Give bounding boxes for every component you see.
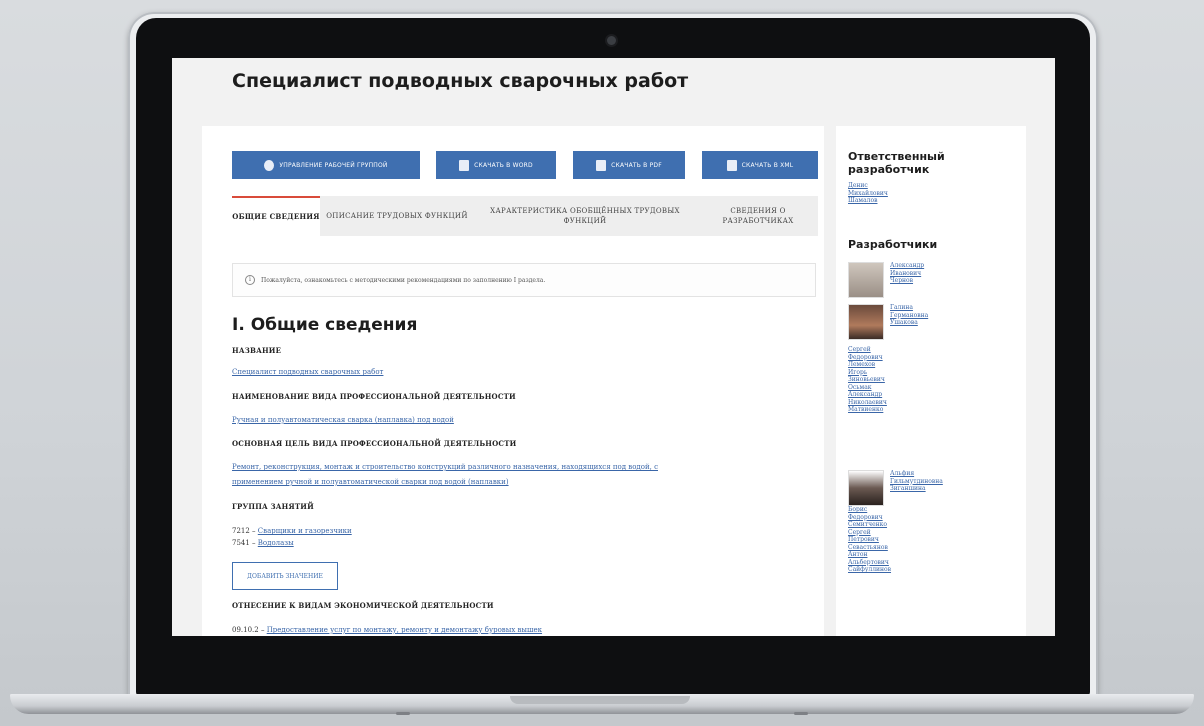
- name-part: Николаевич: [848, 398, 887, 406]
- name-part: Зиганшина: [890, 485, 926, 492]
- download-word-button[interactable]: СКАЧАТЬ В WORD: [436, 151, 556, 179]
- name-part: Федорович: [848, 513, 883, 521]
- responsible-link[interactable]: Денис Михайлович Шамалов: [848, 182, 888, 205]
- developer-link[interactable]: Александр Иванович Чернов: [890, 262, 924, 285]
- goal-link-line1[interactable]: Ремонт, реконструкция, монтаж и строител…: [232, 463, 658, 471]
- name-part: Петрович: [848, 536, 879, 543]
- developer-list[interactable]: Сергей Федорович Лемехов Игорь Зиновьеви…: [848, 346, 887, 414]
- laptop-notch: [510, 696, 690, 704]
- name-part: Михайлович: [848, 189, 888, 197]
- word-icon: [459, 159, 470, 171]
- section-heading: I. Общие сведения: [232, 315, 418, 335]
- info-icon: i: [245, 275, 255, 285]
- sidebar: Ответственный разработчик Денис Михайлов…: [836, 126, 1026, 636]
- name-part: Галина: [890, 304, 913, 311]
- activity-label: НАИМЕНОВАНИЕ ВИДА ПРОФЕССИОНАЛЬНОЙ ДЕЯТЕ…: [232, 392, 516, 401]
- name-part: Гильмутдиновна: [890, 477, 943, 485]
- manage-group-button[interactable]: УПРАВЛЕНИЕ РАБОЧЕЙ ГРУППОЙ: [232, 151, 420, 179]
- okved-code: 09.10.2 –: [232, 626, 265, 634]
- name-part: Лемехов: [848, 361, 876, 368]
- manage-group-label: УПРАВЛЕНИЕ РАБОЧЕЙ ГРУППОЙ: [279, 161, 388, 169]
- group-item: 7541 – Водолазы: [232, 539, 294, 547]
- name-part: Шамалов: [848, 197, 878, 204]
- main-content: УПРАВЛЕНИЕ РАБОЧЕЙ ГРУППОЙ СКАЧАТЬ В WOR…: [202, 126, 824, 636]
- camera-icon: [607, 36, 616, 45]
- responsible-heading: Ответственный разработчик: [848, 150, 945, 176]
- group-link[interactable]: Сварщики и газорезчики: [258, 527, 352, 535]
- developer-list[interactable]: Борис Федорович Семитченко Сергей Петров…: [848, 506, 891, 574]
- laptop-foot: [794, 712, 808, 715]
- name-part: Александр: [890, 262, 925, 269]
- avatar: [848, 262, 884, 298]
- activity-link[interactable]: Ручная и полуавтоматическая сварка (напл…: [232, 416, 454, 424]
- name-part: Иванович: [890, 269, 922, 277]
- name-part: Матвиенко: [848, 406, 884, 413]
- name-part: Борис: [848, 506, 868, 513]
- goal-label: ОСНОВНАЯ ЦЕЛЬ ВИДА ПРОФЕССИОНАЛЬНОЙ ДЕЯТ…: [232, 439, 517, 448]
- name-part: Антон: [848, 551, 868, 558]
- tab-labor-functions[interactable]: ОПИСАНИЕ ТРУДОВЫХ ФУНКЦИЙ: [322, 196, 472, 236]
- name-part: Севастьянов: [848, 543, 888, 551]
- download-xml-button[interactable]: СКАЧАТЬ В XML: [702, 151, 818, 179]
- name-part: Сергей: [848, 346, 871, 353]
- group-code: 7541 –: [232, 539, 256, 547]
- name-part: Денис: [848, 182, 868, 189]
- group-code: 7212 –: [232, 527, 256, 535]
- okved-label: ОТНЕСЕНИЕ К ВИДАМ ЭКОНОМИЧЕСКОЙ ДЕЯТЕЛЬН…: [232, 601, 494, 610]
- group-label: ГРУППА ЗАНЯТИЙ: [232, 502, 314, 511]
- avatar: [848, 304, 884, 340]
- name-part: Осьмак: [848, 383, 872, 391]
- notice-text: Пожалуйста, ознакомьтесь с методическими…: [261, 276, 546, 284]
- download-pdf-button[interactable]: СКАЧАТЬ В PDF: [573, 151, 685, 179]
- name-part: Альбертович: [848, 558, 889, 566]
- group-item: 7212 – Сварщики и газорезчики: [232, 527, 352, 535]
- okved-link[interactable]: Предоставление услуг по монтажу, ремонту…: [267, 626, 542, 634]
- download-xml-label: СКАЧАТЬ В XML: [741, 161, 794, 169]
- xml-icon: [726, 159, 737, 171]
- gear-icon: [264, 159, 275, 171]
- pdf-icon: [596, 159, 607, 171]
- name-part: Игорь: [848, 368, 868, 376]
- tab-general[interactable]: ОБЩИЕ СВЕДЕНИЯ: [232, 196, 320, 236]
- add-value-button[interactable]: ДОБАВИТЬ ЗНАЧЕНИЕ: [232, 562, 338, 590]
- developer-link[interactable]: Галина Германовна Ушакова: [890, 304, 928, 327]
- name-part: Александр: [848, 391, 883, 398]
- name-part: Зиновьевич: [848, 376, 885, 383]
- name-label: НАЗВАНИЕ: [232, 346, 282, 355]
- okved-item: 09.10.2 – Предоставление услуг по монтаж…: [232, 626, 542, 634]
- download-word-label: СКАЧАТЬ В WORD: [474, 161, 533, 169]
- toolbar: УПРАВЛЕНИЕ РАБОЧЕЙ ГРУППОЙ СКАЧАТЬ В WOR…: [232, 151, 818, 179]
- name-part: Германовна: [890, 311, 929, 319]
- name-part: Ушакова: [890, 319, 918, 326]
- page-title: Специалист подводных сварочных работ: [232, 70, 689, 92]
- tab-bar: ОБЩИЕ СВЕДЕНИЯ ОПИСАНИЕ ТРУДОВЫХ ФУНКЦИЙ…: [232, 196, 818, 236]
- tab-developers[interactable]: СВЕДЕНИЯ О РАЗРАБОТЧИКАХ: [698, 196, 818, 236]
- browser-screen: Специалист подводных сварочных работ УПР…: [172, 58, 1055, 636]
- developer-link[interactable]: Альфия Гильмутдиновна Зиганшина: [890, 470, 943, 493]
- name-part: Альфия: [890, 470, 915, 477]
- avatar: [848, 470, 884, 506]
- name-part: Сайфуллинов: [848, 566, 892, 573]
- tab-generalized-functions[interactable]: ХАРАКТЕРИСТИКА ОБОБЩЁННЫХ ТРУДОВЫХ ФУНКЦ…: [474, 196, 696, 236]
- name-part: Семитченко: [848, 521, 888, 528]
- laptop-foot: [396, 712, 410, 715]
- notice-box: i Пожалуйста, ознакомьтесь с методически…: [232, 263, 816, 297]
- name-part: Чернов: [890, 277, 914, 284]
- goal-link-line2[interactable]: применением ручной и полуавтоматической …: [232, 478, 509, 486]
- download-pdf-label: СКАЧАТЬ В PDF: [611, 161, 662, 169]
- developers-heading: Разработчики: [848, 238, 938, 251]
- name-part: Федорович: [848, 353, 883, 361]
- group-link[interactable]: Водолазы: [258, 539, 294, 547]
- name-part: Сергей: [848, 528, 871, 536]
- name-link[interactable]: Специалист подводных сварочных работ: [232, 368, 383, 376]
